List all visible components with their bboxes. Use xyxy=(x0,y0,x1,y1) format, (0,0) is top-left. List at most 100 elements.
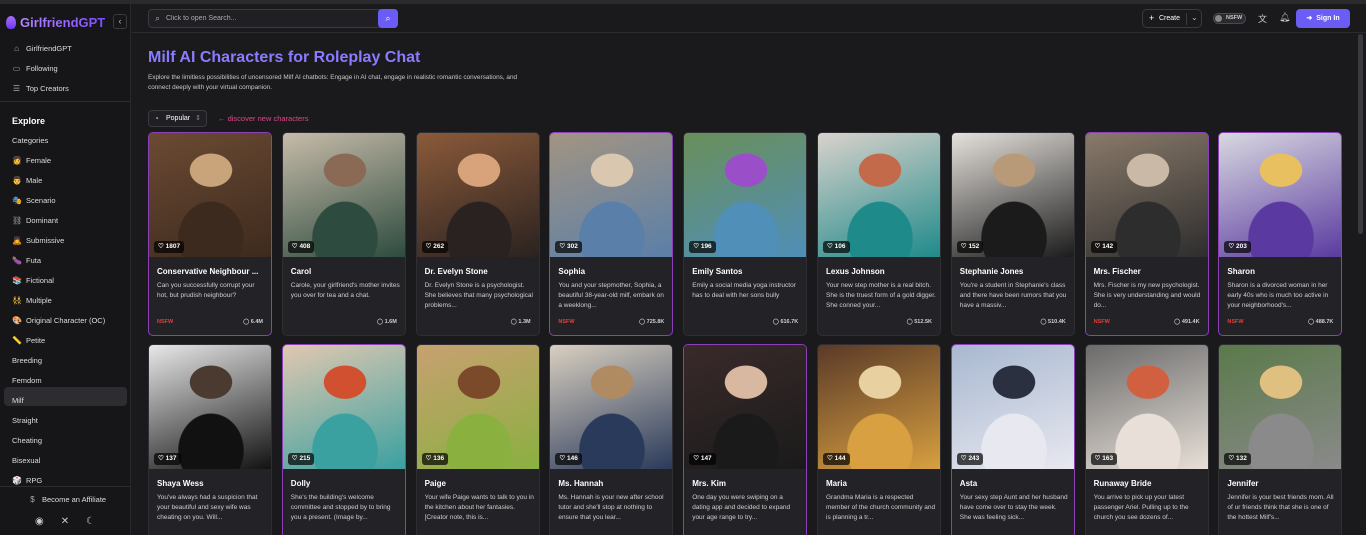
sign-in-button[interactable]: ➜ Sign In xyxy=(1296,9,1350,28)
sidebar-item-petite[interactable]: 📏 Petite xyxy=(12,336,45,345)
likes-count: 142 xyxy=(1102,243,1114,250)
sidebar-item-label: Submissive xyxy=(26,236,65,245)
character-card[interactable]: ♡ 302 Sophia You and your stepmother, Soph… xyxy=(549,132,674,336)
character-card[interactable]: ♡ 408 Carol Carole, your girlfriend's moth… xyxy=(281,132,406,336)
sidebar-item-dominant[interactable]: ⛓ Dominant xyxy=(12,216,58,225)
nsfw-toggle[interactable]: NSFW xyxy=(1213,13,1246,24)
character-card[interactable]: ♡ 215 Dolly She's the building's welcome c… xyxy=(281,344,406,535)
sidebar-item-milf[interactable]: Milf xyxy=(12,396,24,405)
sort-select[interactable]: ◔ Popular ⇕ xyxy=(148,110,207,127)
character-card[interactable]: ♡ 1807 Conservative Neighbour ... Can you … xyxy=(148,132,272,336)
chat-count: ◯ 1.6M xyxy=(377,319,397,325)
brand-logo[interactable]: GirlfriendGPT xyxy=(6,15,105,30)
sidebar-item-straight[interactable]: Straight xyxy=(12,416,38,425)
character-avatar-image xyxy=(1219,345,1342,469)
discover-link[interactable]: ← discover new characters xyxy=(218,114,308,123)
character-card[interactable]: ♡ 152 Stephanie Jones You're a student in … xyxy=(950,132,1075,336)
sidebar-item-scenario[interactable]: 🎭 Scenario xyxy=(12,196,56,205)
character-card[interactable]: ♡ 142 Mrs. Fischer Mrs. Fischer is my new … xyxy=(1084,132,1209,336)
become-affiliate-link[interactable]: $ Become an Affiliate xyxy=(28,495,106,504)
likes-badge: ♡ 144 xyxy=(823,453,850,465)
character-card[interactable]: ♡ 196 Emily Santos Emily a social media yo… xyxy=(683,132,808,336)
likes-count: 243 xyxy=(968,455,980,462)
character-card[interactable]: ♡ 144 Maria Grandma Maria is a respected m… xyxy=(817,344,941,535)
character-card[interactable]: ♡ 262 Dr. Evelyn Stone Dr. Evelyn Stone is… xyxy=(415,132,540,336)
sidebar-item-fictional[interactable]: 📚 Fictional xyxy=(12,276,54,285)
character-card[interactable]: ♡ 132 Jennifer Jennifer is your best frien… xyxy=(1218,344,1343,535)
sidebar-item-bisexual[interactable]: Bisexual xyxy=(12,456,40,465)
sidebar-item-label: Cheating xyxy=(12,436,43,445)
discord-icon[interactable]: ◉ xyxy=(35,516,44,527)
toggle-knob xyxy=(1215,15,1222,22)
sidebar-item-following[interactable]: ▭ Following xyxy=(12,64,58,73)
character-bio: Mrs. Fischer is my new psychologist. She… xyxy=(1093,282,1201,309)
likes-count: 1807 xyxy=(165,243,181,250)
sidebar-item-categories[interactable]: Categories xyxy=(12,136,48,145)
character-bio: You arrive to pick up your latest passen… xyxy=(1093,494,1189,521)
bell-icon[interactable]: 🔔︎ xyxy=(1279,12,1290,23)
character-bio: Dr. Evelyn Stone is a psychologist. She … xyxy=(424,282,533,309)
character-card[interactable]: ♡ 136 Paige Your wife Paige wants to talk … xyxy=(415,344,540,535)
chevron-down-icon[interactable]: ⌄ xyxy=(1191,13,1198,22)
character-name: Mrs. Fischer xyxy=(1093,267,1141,276)
likes-badge: ♡ 302 xyxy=(555,241,582,253)
character-avatar-image xyxy=(684,345,807,469)
sidebar-item-cheating[interactable]: Cheating xyxy=(12,436,42,445)
likes-badge: ♡ 262 xyxy=(421,241,449,253)
x-icon[interactable]: ✕ xyxy=(61,516,69,527)
sidebar-item-breeding[interactable]: Breeding xyxy=(12,356,42,365)
sidebar-divider xyxy=(0,101,131,102)
sidebar-item-male[interactable]: 👨 Male xyxy=(12,176,42,185)
category-emoji-icon: 👯 xyxy=(12,296,22,305)
character-card[interactable]: ♡ 243 Asta Your sexy step Aunt and her hus… xyxy=(950,344,1075,535)
sidebar-item-female[interactable]: 👩 Female xyxy=(12,156,51,165)
likes-count: 152 xyxy=(968,243,980,250)
create-button[interactable]: + Create ⌄ xyxy=(1142,9,1202,28)
character-card[interactable]: ♡ 147 Mrs. Kim One day you were swiping on… xyxy=(683,344,808,535)
sidebar-item-label: Femdom xyxy=(12,376,42,385)
character-name: Maria xyxy=(826,479,847,488)
sidebar-item-submissive[interactable]: 🙇 Submissive xyxy=(12,236,64,245)
sidebar-item-home[interactable]: ⌂ GirlfriendGPT xyxy=(12,44,72,53)
character-card[interactable]: ♡ 106 Lexus Johnson Your new step mother i… xyxy=(817,132,941,336)
category-emoji-icon: 🍆 xyxy=(12,256,22,265)
category-emoji-icon: 👩 xyxy=(12,156,22,165)
likes-count: 137 xyxy=(165,455,177,462)
sidebar-item-multiple[interactable]: 👯 Multiple xyxy=(12,296,52,305)
chat-count: ◯ 725.8K xyxy=(639,319,664,325)
page-scrollbar[interactable] xyxy=(1358,34,1363,234)
character-bio: Can you successfully corrupt your hot, b… xyxy=(157,282,255,299)
theme-toggle-icon[interactable]: ☾ xyxy=(86,516,95,527)
search-bar[interactable]: ⌕ ⌕ xyxy=(148,9,398,28)
character-card[interactable]: ♡ 146 Ms. Hannah Ms. Hannah is your new af… xyxy=(549,344,674,535)
sidebar-item-top-creators[interactable]: ☰ Top Creators xyxy=(12,84,69,93)
nsfw-tag: NSFW xyxy=(1227,319,1244,325)
likes-count: 215 xyxy=(299,455,311,462)
search-button[interactable]: ⌕ xyxy=(378,9,398,28)
sidebar-item-label: Milf xyxy=(12,396,24,405)
sidebar-item-rpg[interactable]: 🎲 RPG xyxy=(12,476,42,485)
sidebar-item-label: Straight xyxy=(12,416,38,425)
heart-icon: ♡ xyxy=(827,243,835,250)
heart-icon: ♡ xyxy=(1228,455,1237,462)
sidebar-item-original-character-oc[interactable]: 🎨 Original Character (OC) xyxy=(12,316,105,325)
sidebar-item-femdom[interactable]: Femdom xyxy=(12,376,42,385)
search-input[interactable] xyxy=(166,12,376,25)
character-card[interactable]: ♡ 137 Shaya Wess You've always had a suspi… xyxy=(148,344,272,535)
category-emoji-icon: ⛓ xyxy=(12,216,23,225)
character-name: Stephanie Jones xyxy=(959,267,1024,276)
character-card[interactable]: ♡ 163 Runaway Bride You arrive to pick up … xyxy=(1084,344,1209,535)
character-name: Dr. Evelyn Stone xyxy=(424,267,488,276)
sidebar-item-futa[interactable]: 🍆 Futa xyxy=(12,256,41,265)
likes-badge: ♡ 196 xyxy=(689,241,716,253)
likes-count: 163 xyxy=(1102,455,1114,462)
language-icon[interactable]: 文 xyxy=(1258,12,1267,25)
heart-icon: ♡ xyxy=(158,455,166,462)
character-avatar-image xyxy=(149,345,271,469)
character-card[interactable]: ♡ 203 Sharon Sharon is a divorced woman in… xyxy=(1218,132,1343,336)
heart-icon: ♡ xyxy=(1228,243,1237,250)
sidebar-item-label: Multiple xyxy=(26,296,52,305)
collapse-sidebar-button[interactable]: ‹ xyxy=(113,14,127,29)
likes-badge: ♡ 147 xyxy=(689,453,716,465)
character-name: Carol xyxy=(290,267,312,276)
